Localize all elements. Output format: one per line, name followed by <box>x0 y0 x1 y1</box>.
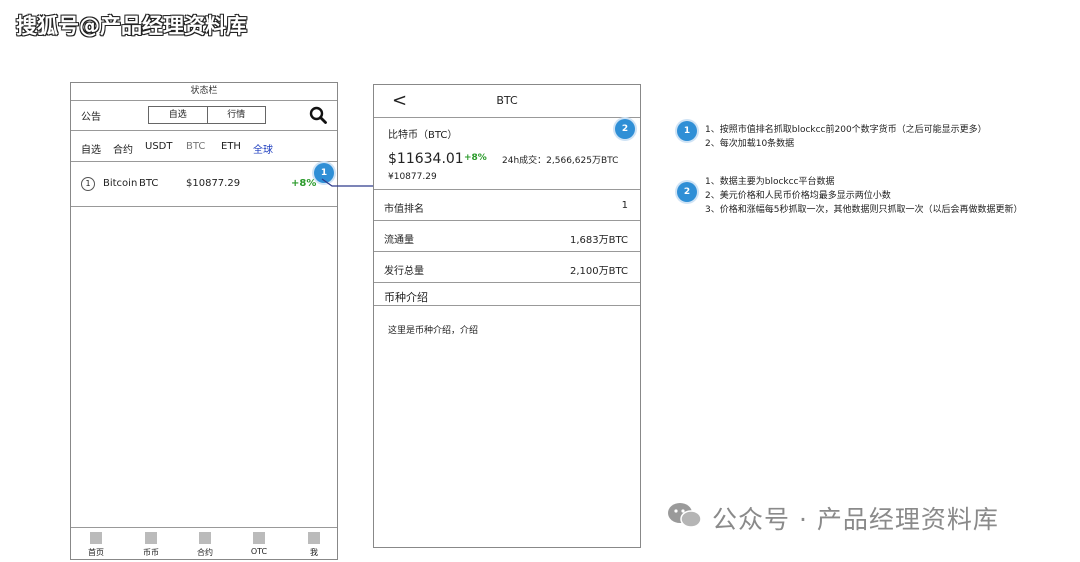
notice-link[interactable]: 公告 <box>81 108 101 123</box>
price-usd: $11634.01 <box>388 151 464 167</box>
otc-icon <box>253 532 265 544</box>
row-label: 流通量 <box>384 235 414 246</box>
nav-contract-label: 合约 <box>197 548 213 557</box>
row-value: 1 <box>621 200 628 211</box>
category-tabs: 自选 合约 USDT BTC ETH 全球 <box>71 131 337 162</box>
tab-global[interactable]: 全球 <box>253 141 273 156</box>
market-rank-row: 市值排名 1 <box>374 190 640 221</box>
price-change: +8% <box>464 153 487 163</box>
rank-number: 1 <box>81 177 95 191</box>
segment-market[interactable]: 行情 <box>206 107 266 123</box>
watermark-bottom: 公众号 · 产品经理资料库 <box>712 505 999 534</box>
coin-symbol: BTC <box>139 178 159 189</box>
nav-me-label: 我 <box>310 548 318 557</box>
note-line: 2、美元价格和人民币价格均最多显示两位小数 <box>705 191 891 201</box>
coin-full-name: 比特币（BTC） <box>388 130 458 141</box>
note-line: 3、价格和涨幅每5秒抓取一次，其他数据则只抓取一次（以后会再做数据更新） <box>705 205 1023 215</box>
coin-summary: 比特币（BTC） $11634.01 +8% 24h成交：2,566,625万B… <box>374 117 640 190</box>
coin-intro-text: 这里是币种介绍，介绍 <box>388 326 479 336</box>
market-list-screen: 状态栏 公告 自选 行情 自选 合约 USDT BTC ETH 全球 1 Bit… <box>70 82 338 560</box>
note-line: 1、数据主要为blockcc平台数据 <box>705 177 835 187</box>
annotation-badge-2: 2 <box>615 119 635 139</box>
row-label: 市值排名 <box>384 204 424 215</box>
note-block-2: 1、数据主要为blockcc平台数据 2、美元价格和人民币价格均最多显示两位小数… <box>705 175 1022 217</box>
segment-favorites[interactable]: 自选 <box>149 107 207 123</box>
coin-change: +8% <box>291 178 317 189</box>
tab-eth[interactable]: ETH <box>221 141 241 152</box>
nav-contract[interactable]: 合约 <box>190 532 220 558</box>
watermark-top: 搜狐号@产品经理资料库 <box>16 14 247 38</box>
tab-usdt[interactable]: USDT <box>145 141 172 152</box>
note-badge-2: 2 <box>677 182 697 202</box>
section-title: 币种介绍 <box>384 291 428 304</box>
detail-header: < BTC <box>374 85 640 118</box>
tab-contract[interactable]: 合约 <box>113 141 133 156</box>
nav-home-label: 首页 <box>88 548 104 557</box>
wechat-icon <box>668 503 702 528</box>
coin-icon <box>145 532 157 544</box>
status-bar: 状态栏 <box>71 83 337 101</box>
intro-section-header: 币种介绍 <box>374 283 640 306</box>
page-title: BTC <box>496 94 518 107</box>
search-icon[interactable] <box>309 106 327 124</box>
nav-me[interactable]: 我 <box>299 532 329 558</box>
note-block-1: 1、按照市值排名抓取blockcc前200个数字货币（之后可能显示更多） 2、每… <box>705 123 987 151</box>
me-icon <box>308 532 320 544</box>
coin-name: Bitcoin <box>103 178 138 189</box>
top-bar: 公告 自选 行情 <box>71 100 337 131</box>
row-label: 发行总量 <box>384 266 424 277</box>
note-badge-1: 1 <box>677 121 697 141</box>
segment-control: 自选 行情 <box>148 106 266 124</box>
list-item[interactable]: 1 Bitcoin BTC $10877.29 +8% <box>71 162 337 207</box>
tab-btc[interactable]: BTC <box>186 141 205 152</box>
circulation-row: 流通量 1,683万BTC <box>374 221 640 252</box>
nav-otc-label: OTC <box>250 547 268 556</box>
row-value: 1,683万BTC <box>570 235 628 246</box>
row-value: 2,100万BTC <box>570 266 628 277</box>
nav-coin[interactable]: 币币 <box>136 532 166 558</box>
contract-icon <box>199 532 211 544</box>
coin-price: $10877.29 <box>186 178 241 189</box>
nav-coin-label: 币币 <box>143 548 159 557</box>
nav-otc[interactable]: OTC <box>244 532 274 556</box>
coin-detail-screen: < BTC 比特币（BTC） $11634.01 +8% 24h成交：2,566… <box>373 84 641 548</box>
note-line: 2、每次加载10条数据 <box>705 139 795 149</box>
bottom-nav: 首页 币币 合约 OTC 我 <box>71 527 337 562</box>
nav-home[interactable]: 首页 <box>81 532 111 558</box>
volume-24h: 24h成交：2,566,625万BTC <box>502 156 619 166</box>
note-line: 1、按照市值排名抓取blockcc前200个数字货币（之后可能显示更多） <box>705 125 987 135</box>
home-icon <box>90 532 102 544</box>
tab-favorites[interactable]: 自选 <box>81 141 101 156</box>
price-cny: ¥10877.29 <box>388 172 437 182</box>
total-supply-row: 发行总量 2,100万BTC <box>374 252 640 283</box>
